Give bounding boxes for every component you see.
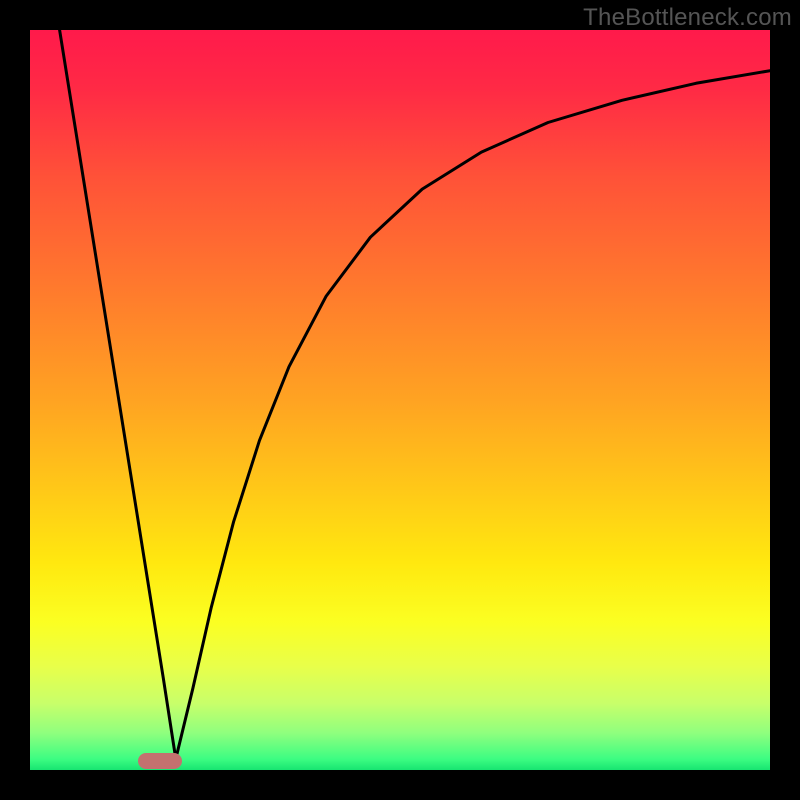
plot-area bbox=[30, 30, 770, 770]
optimal-marker bbox=[138, 753, 182, 769]
chart-frame: TheBottleneck.com bbox=[0, 0, 800, 800]
watermark-text: TheBottleneck.com bbox=[583, 4, 792, 32]
plot-svg bbox=[30, 30, 770, 770]
gradient-background bbox=[30, 30, 770, 770]
